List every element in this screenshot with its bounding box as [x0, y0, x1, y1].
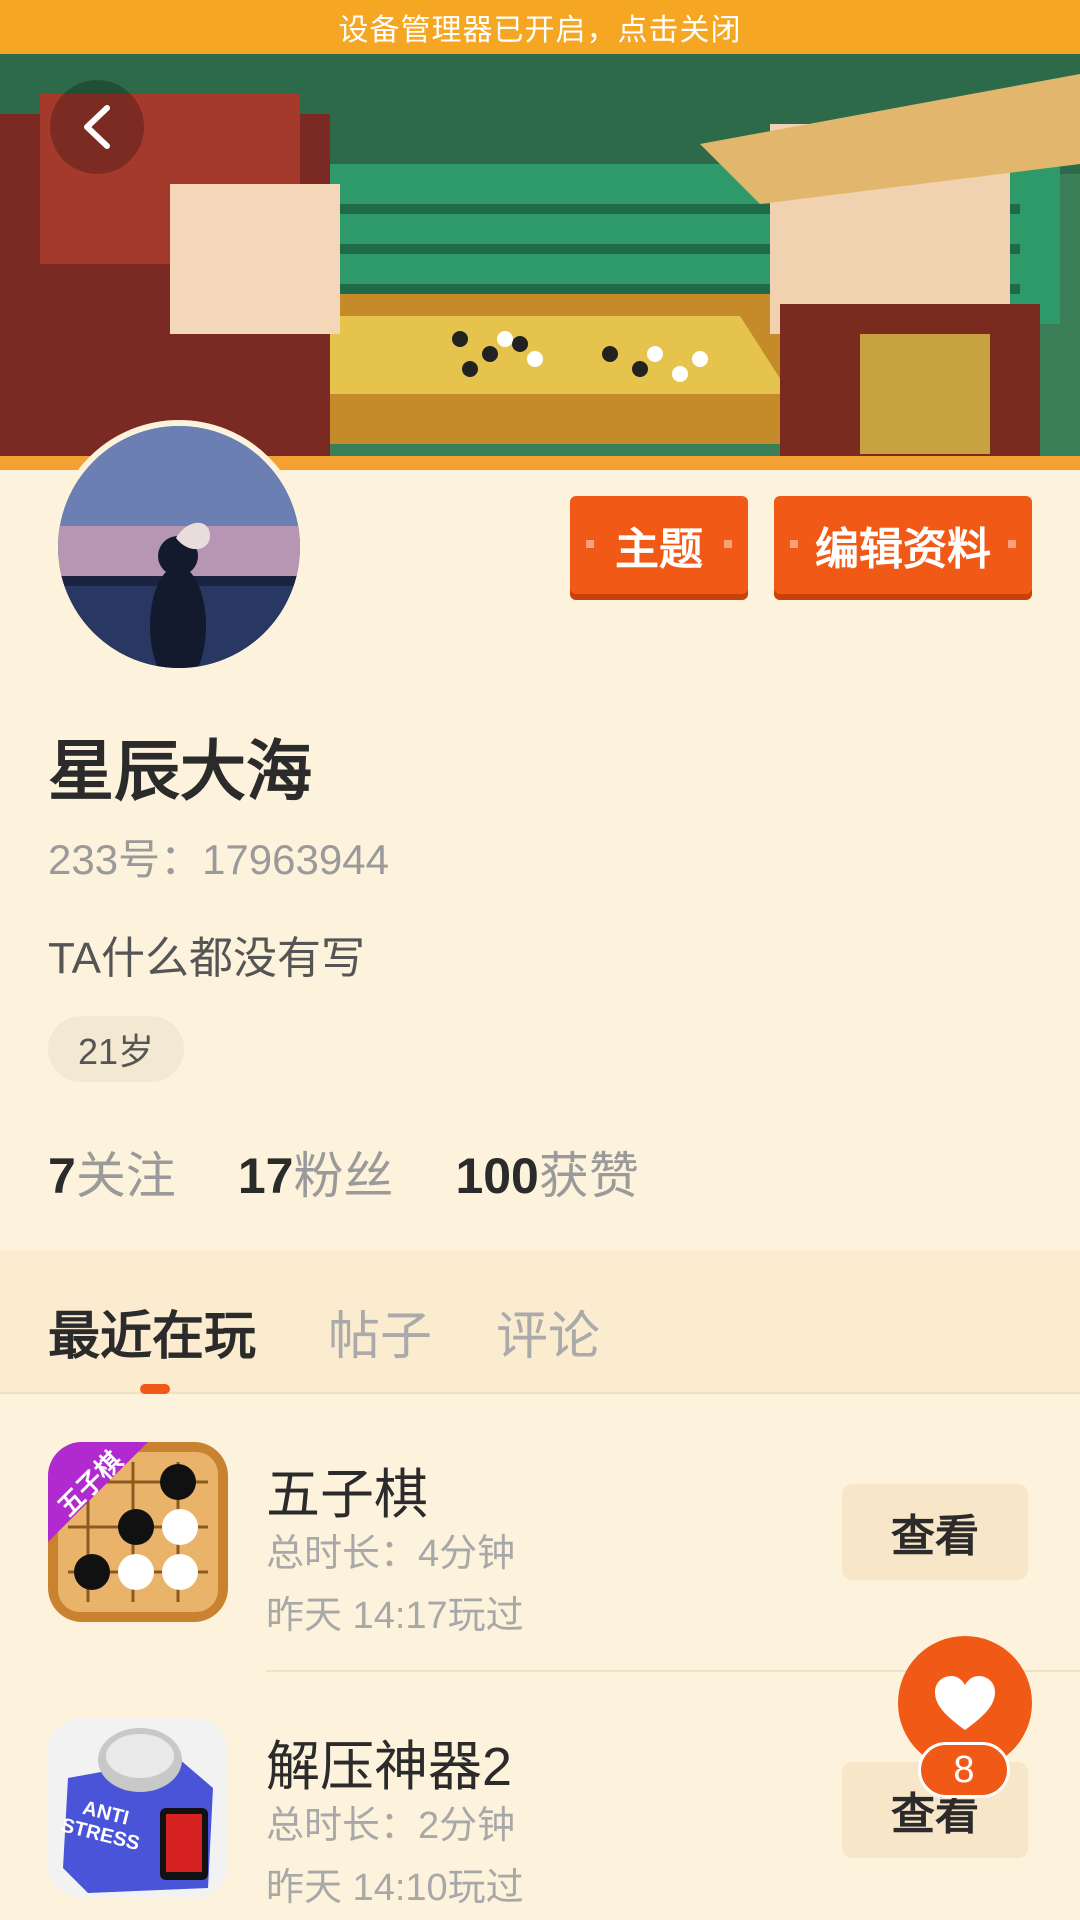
tab-recently-played[interactable]: 最近在玩 — [48, 1294, 256, 1369]
stat-number: 7 — [48, 1148, 76, 1204]
avatar[interactable] — [52, 420, 306, 674]
user-id: 233号：17963944 — [48, 836, 389, 883]
stat-label: 获赞 — [538, 1148, 639, 1204]
stat-label: 粉丝 — [293, 1148, 394, 1204]
theme-button-label: 主题 — [615, 525, 703, 574]
anti-stress-game-icon: ANTI STRESS — [48, 1718, 228, 1898]
stat-likes[interactable]: 100获赞 — [455, 1136, 638, 1208]
pixel-dot — [724, 540, 732, 548]
stat-number: 100 — [455, 1148, 539, 1204]
play-duration: 总时长：4分钟 — [266, 1533, 516, 1575]
play-duration: 总时长：2分钟 — [266, 1805, 516, 1847]
active-tab-indicator — [140, 1384, 170, 1394]
list-item[interactable]: 五子棋 五子棋 总时长：4分钟 昨天 14:17玩过 查看 — [0, 1394, 1080, 1672]
device-manager-banner[interactable]: 设备管理器已开启，点击关闭 — [0, 0, 1080, 54]
chevron-left-icon — [84, 105, 110, 149]
cover-image — [0, 54, 1080, 464]
tab-posts[interactable]: 帖子 — [328, 1294, 432, 1369]
avatar-photo — [58, 426, 300, 668]
heart-icon — [935, 1676, 995, 1730]
stats-row: 7关注 17粉丝 100获赞 — [48, 1136, 639, 1208]
pixel-dot — [586, 540, 594, 548]
view-button[interactable]: 查看 — [842, 1484, 1028, 1580]
nickname: 星辰大海 — [48, 734, 312, 808]
stat-following[interactable]: 7关注 — [48, 1136, 176, 1208]
edit-profile-button[interactable]: 编辑资料 — [774, 496, 1032, 594]
age-tag: 21岁 — [48, 1016, 184, 1082]
tabs-bar: 最近在玩 帖子 评论 — [0, 1250, 1080, 1394]
back-button[interactable] — [50, 80, 144, 174]
pixel-dot — [790, 540, 798, 548]
theme-button[interactable]: 主题 — [570, 496, 748, 594]
game-title: 五子棋 — [266, 1465, 428, 1525]
stat-label: 关注 — [75, 1148, 176, 1204]
tab-comments[interactable]: 评论 — [496, 1294, 600, 1369]
bio: TA什么都没有写 — [48, 934, 365, 983]
stat-followers[interactable]: 17粉丝 — [238, 1136, 394, 1208]
game-title: 解压神器2 — [266, 1737, 513, 1797]
last-played: 昨天 14:10玩过 — [266, 1867, 524, 1909]
like-count-badge: 8 — [918, 1742, 1010, 1798]
gomoku-game-icon: 五子棋 — [48, 1442, 228, 1622]
stat-number: 17 — [237, 1148, 294, 1204]
pixel-dot — [1008, 540, 1016, 548]
last-played: 昨天 14:17玩过 — [266, 1595, 524, 1637]
edit-profile-button-label: 编辑资料 — [815, 525, 991, 574]
